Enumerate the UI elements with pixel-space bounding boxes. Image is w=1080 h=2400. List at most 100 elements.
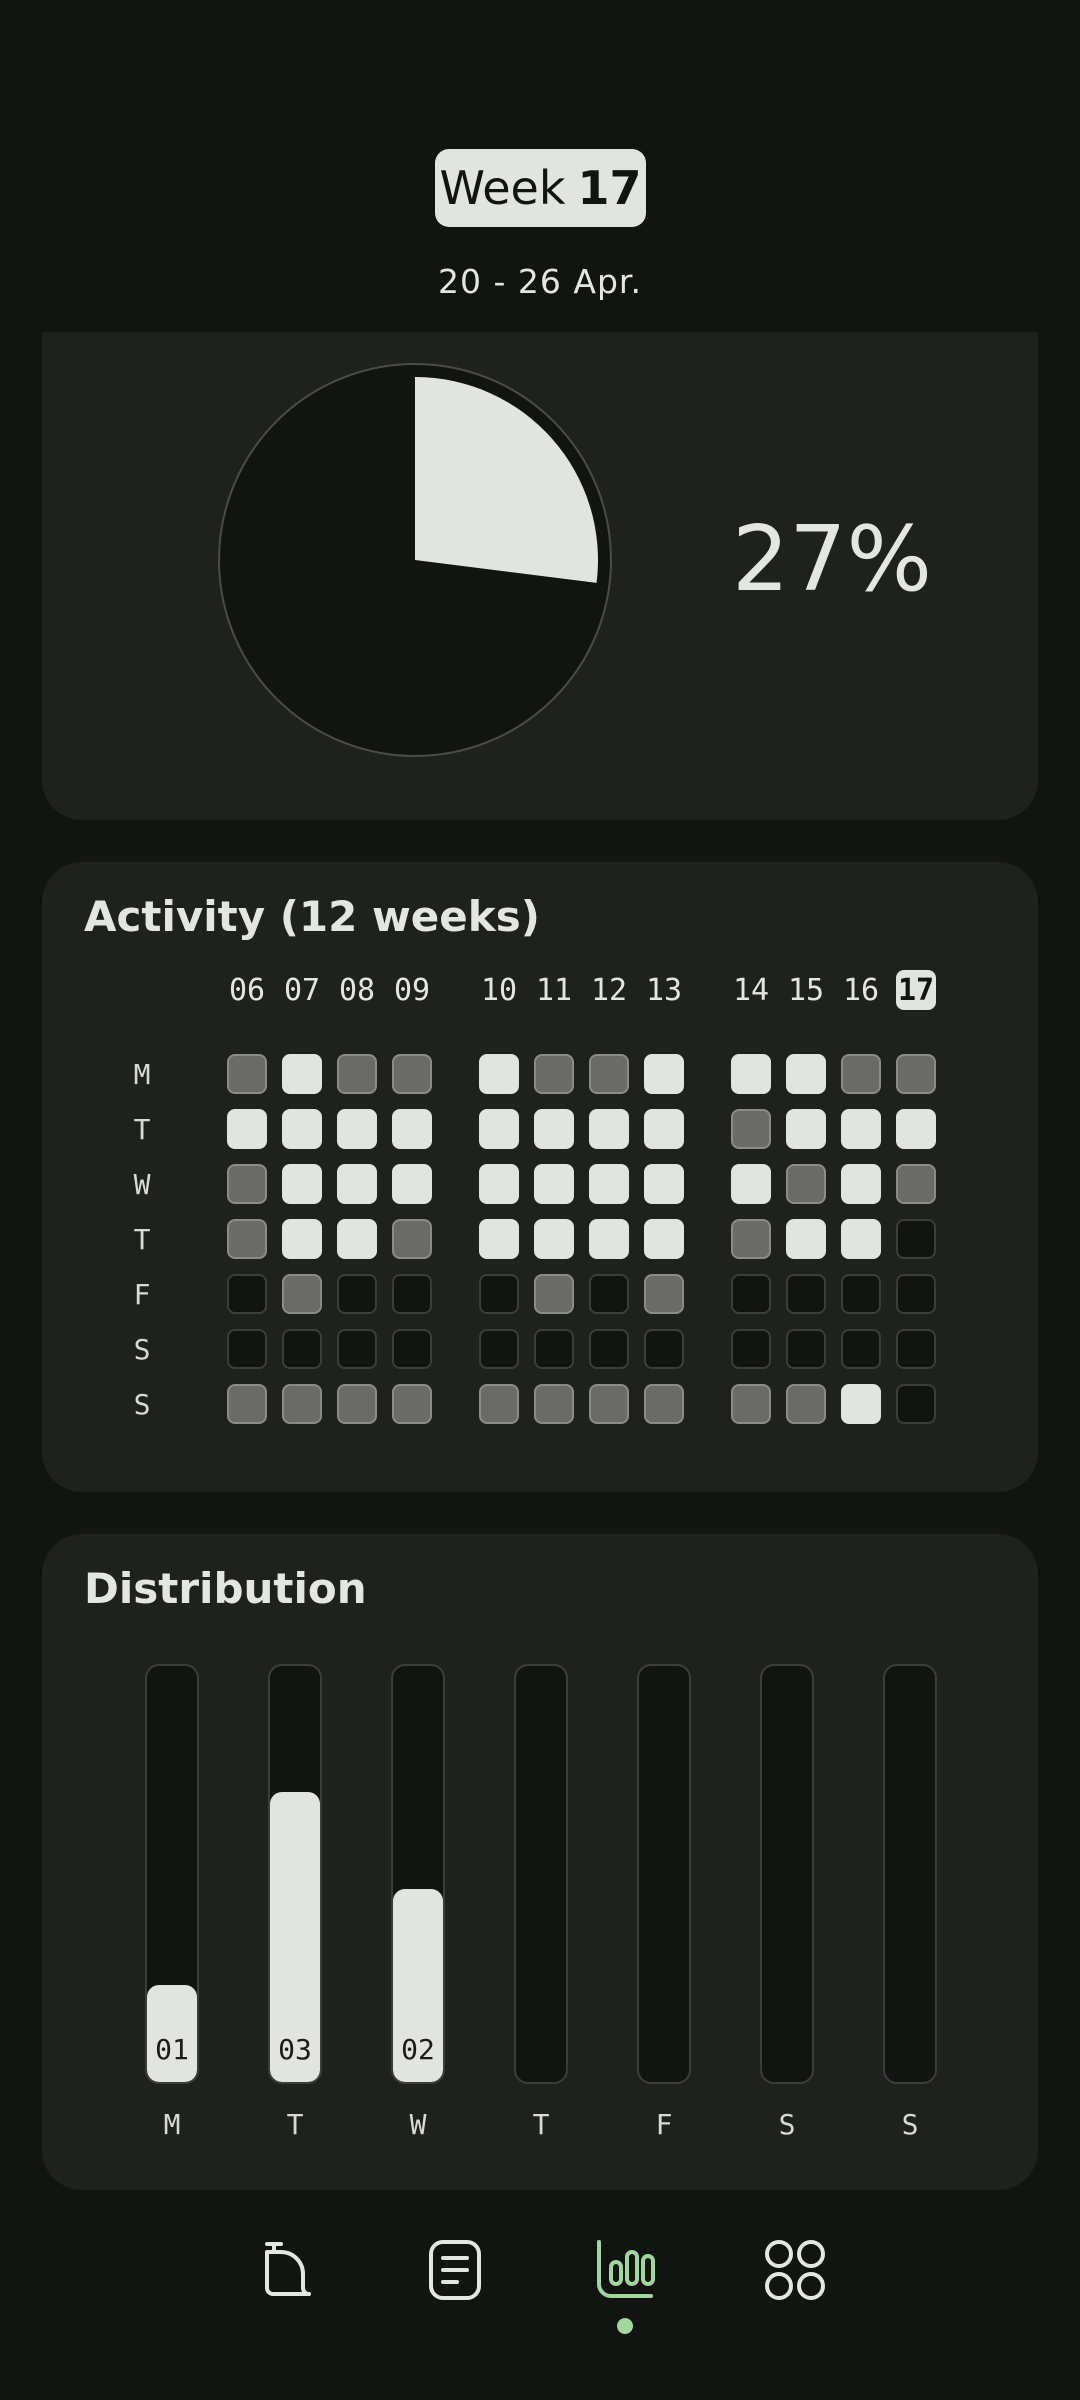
activity-cell (644, 1164, 684, 1204)
week-label-06: 06 (228, 972, 266, 1008)
activity-cell (731, 1274, 771, 1314)
activity-cell (644, 1384, 684, 1424)
activity-cell (479, 1219, 519, 1259)
nav-timer[interactable] (245, 2230, 325, 2310)
activity-cell (786, 1274, 826, 1314)
distribution-title: Distribution (84, 1564, 367, 1613)
bar-track: 02 (391, 1664, 445, 2084)
activity-cell (337, 1219, 377, 1259)
timer-icon (265, 2242, 311, 2296)
activity-cell (392, 1219, 432, 1259)
bar-day-label: F (655, 2108, 673, 2141)
activity-cell (534, 1219, 574, 1259)
day-label: M (133, 1057, 151, 1091)
activity-cell (227, 1274, 267, 1314)
activity-cell (786, 1164, 826, 1204)
week-label-13: 13 (645, 972, 683, 1008)
activity-cell (282, 1329, 322, 1369)
progress-percent: 27% (731, 507, 933, 612)
activity-cell (896, 1054, 936, 1094)
activity-cell (227, 1329, 267, 1369)
activity-cell (644, 1274, 684, 1314)
week-label-11: 11 (535, 972, 573, 1008)
activity-cell (896, 1329, 936, 1369)
week-label-07: 07 (283, 972, 321, 1008)
activity-cell (731, 1164, 771, 1204)
day-label: T (133, 1112, 151, 1146)
bar-track (637, 1664, 691, 2084)
day-label: W (133, 1167, 151, 1201)
activity-cell (227, 1384, 267, 1424)
activity-cell (786, 1329, 826, 1369)
activity-cell (227, 1164, 267, 1204)
nav-more[interactable] (755, 2230, 835, 2310)
activity-cell (841, 1109, 881, 1149)
week-label-14: 14 (732, 972, 770, 1008)
distribution-card: Distribution 01 M 03 T 02 W T F S S (42, 1534, 1038, 2190)
activity-cell (337, 1164, 377, 1204)
nav-notes[interactable] (415, 2230, 495, 2310)
activity-cell (896, 1384, 936, 1424)
activity-cell (841, 1274, 881, 1314)
day-label: S (133, 1332, 151, 1366)
week-word: Week (439, 161, 566, 215)
activity-cell (589, 1109, 629, 1149)
weekly-progress-card: 27% (42, 332, 1038, 820)
activity-cell (731, 1329, 771, 1369)
bar-day-label: M (163, 2108, 181, 2141)
activity-cell (282, 1274, 322, 1314)
activity-cell (337, 1109, 377, 1149)
activity-cell (282, 1219, 322, 1259)
activity-cell (227, 1054, 267, 1094)
activity-cell (337, 1384, 377, 1424)
stats-icon (597, 2240, 655, 2298)
active-indicator-dot (617, 2318, 633, 2334)
activity-cell (227, 1109, 267, 1149)
bar-value-label: 02 (401, 2033, 435, 2066)
bar-track: 01 (145, 1664, 199, 2084)
week-label-15: 15 (787, 972, 825, 1008)
bar-value-label: 01 (155, 2033, 189, 2066)
activity-cell (392, 1109, 432, 1149)
activity-cell (786, 1054, 826, 1094)
activity-cell (786, 1384, 826, 1424)
date-range: 20 - 26 Apr. (438, 262, 642, 301)
bar-fill: 03 (270, 1792, 320, 2082)
activity-cell (282, 1109, 322, 1149)
bar-track (760, 1664, 814, 2084)
activity-title: Activity (12 weeks) (84, 892, 540, 941)
activity-cell (896, 1164, 936, 1204)
app-screen: Week 17 20 - 26 Apr. 27% Activity (12 we… (0, 0, 1080, 2400)
activity-card: Activity (12 weeks) 06 07 08 09 10 11 12 13 14 15… (42, 862, 1038, 1492)
activity-cell (534, 1054, 574, 1094)
activity-cell (731, 1109, 771, 1149)
activity-cell (337, 1274, 377, 1314)
activity-cell (731, 1384, 771, 1424)
activity-cell (644, 1054, 684, 1094)
activity-cell (589, 1164, 629, 1204)
activity-cell (534, 1274, 574, 1314)
week-label-16: 16 (842, 972, 880, 1008)
activity-cell (534, 1329, 574, 1369)
activity-cell (841, 1329, 881, 1369)
bottom-nav (0, 2220, 1080, 2340)
activity-cell (479, 1109, 519, 1149)
activity-cell (392, 1054, 432, 1094)
activity-cell (227, 1219, 267, 1259)
activity-cell (282, 1164, 322, 1204)
activity-cell (589, 1329, 629, 1369)
activity-cell (392, 1164, 432, 1204)
activity-cell (479, 1274, 519, 1314)
week-number: 17 (577, 161, 642, 215)
activity-cell (479, 1054, 519, 1094)
bar-track (514, 1664, 568, 2084)
bar-fill: 01 (147, 1985, 197, 2082)
bar-fill: 02 (393, 1889, 443, 2082)
week-selector[interactable]: Week 17 (435, 149, 646, 227)
nav-stats[interactable] (585, 2230, 665, 2310)
bar-day-label: S (778, 2108, 796, 2141)
bar-day-label: W (409, 2108, 427, 2141)
notes-icon (429, 2240, 481, 2300)
activity-cell (896, 1274, 936, 1314)
activity-cell (589, 1384, 629, 1424)
